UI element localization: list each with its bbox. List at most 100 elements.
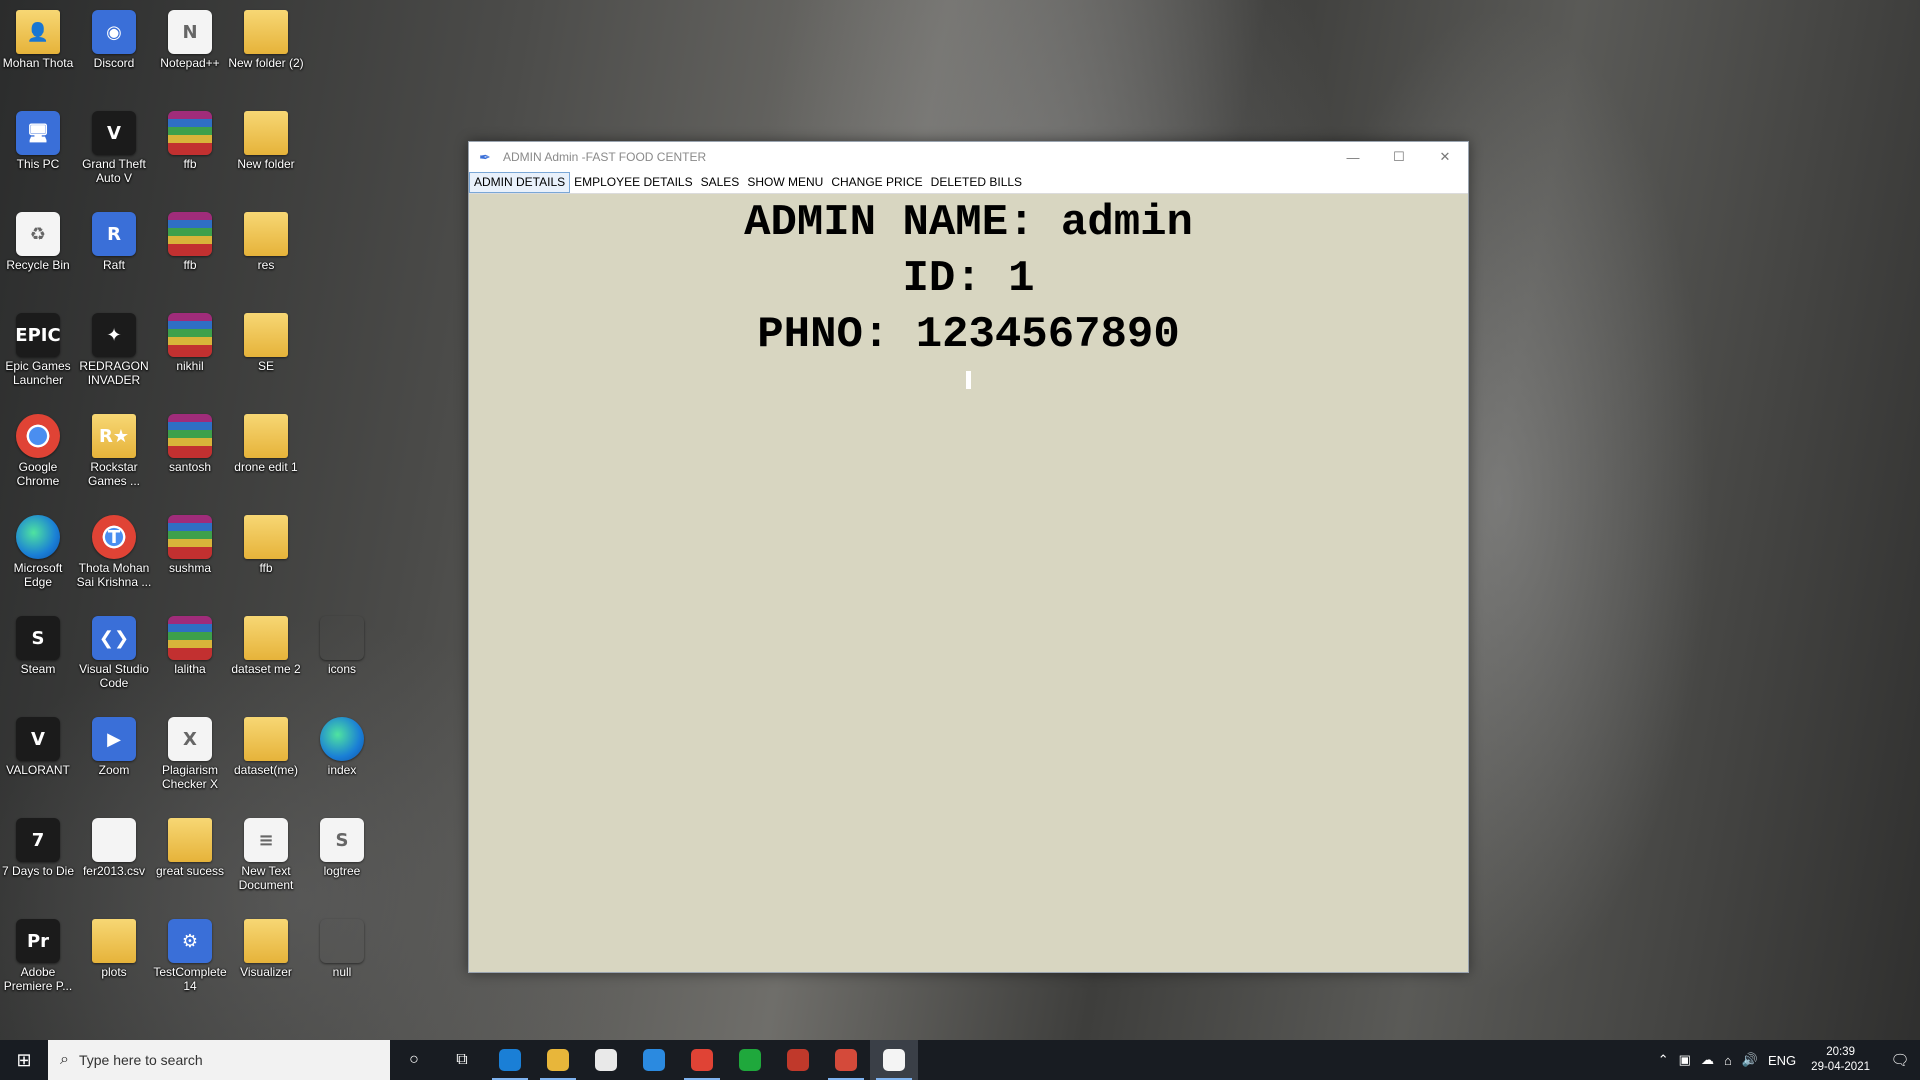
desktop-icon[interactable]: sushma bbox=[152, 509, 228, 575]
desktop-icon[interactable]: S Steam bbox=[0, 610, 76, 676]
empty-entry-field[interactable] bbox=[966, 371, 971, 389]
title-bar[interactable]: ✒ ADMIN Admin -FAST FOOD CENTER — ☐ ✕ bbox=[469, 142, 1468, 172]
menu-sales[interactable]: SALES bbox=[697, 173, 744, 192]
testcomplete-icon: ⚙ bbox=[168, 919, 212, 963]
menu-employee-details[interactable]: EMPLOYEE DETAILS bbox=[570, 173, 696, 192]
desktop-icon-label: drone edit 1 bbox=[234, 460, 298, 474]
desktop-icon-label: Grand Theft Auto V bbox=[82, 157, 146, 185]
cortana-icon[interactable]: ○ bbox=[390, 1040, 438, 1080]
desktop-icon[interactable]: dataset(me) bbox=[228, 711, 304, 777]
desktop-icon[interactable]: ▶ Zoom bbox=[76, 711, 152, 777]
desktop-icon[interactable]: N Notepad++ bbox=[152, 4, 228, 70]
desktop-icon-label: sushma bbox=[168, 561, 212, 575]
desktop-icon[interactable]: index bbox=[304, 711, 380, 777]
desktop-icon[interactable]: santosh bbox=[152, 408, 228, 474]
desktop-icon[interactable]: 🖥 This PC bbox=[0, 105, 76, 171]
desktop-icon[interactable]: ❮❯ Visual Studio Code bbox=[76, 610, 152, 690]
desktop-icon[interactable]: EPIC Epic Games Launcher bbox=[0, 307, 76, 387]
close-button[interactable]: ✕ bbox=[1422, 142, 1468, 172]
onedrive-icon[interactable]: ☁ bbox=[1696, 1052, 1719, 1068]
green-app-icon[interactable] bbox=[726, 1040, 774, 1080]
folder-icon bbox=[244, 717, 288, 761]
desktop-icon-label: Recycle Bin bbox=[6, 258, 70, 272]
desktop-icon[interactable]: ffb bbox=[152, 206, 228, 272]
folder-icon bbox=[244, 313, 288, 357]
steam-icon: S bbox=[16, 616, 60, 660]
desktop-icon-label: null bbox=[332, 965, 352, 979]
desktop-icon-label: ffb bbox=[183, 258, 197, 272]
desktop-icon[interactable]: New folder (2) bbox=[228, 4, 304, 70]
minimize-button[interactable]: — bbox=[1330, 142, 1376, 172]
desktop-icon[interactable]: Visualizer bbox=[228, 913, 304, 979]
desktop-icon[interactable]: icons bbox=[304, 610, 380, 676]
notepad-plus-plus-icon: N bbox=[168, 10, 212, 54]
desktop-icon[interactable]: dataset me 2 bbox=[228, 610, 304, 676]
menu-show-menu[interactable]: SHOW MENU bbox=[743, 173, 827, 192]
desktop-icon[interactable]: Pr Adobe Premiere P... bbox=[0, 913, 76, 993]
app-window: ✒ ADMIN Admin -FAST FOOD CENTER — ☐ ✕ AD… bbox=[468, 141, 1469, 973]
desktop-icon[interactable]: ◉ Discord bbox=[76, 4, 152, 70]
desktop-icon[interactable]: V Grand Theft Auto V bbox=[76, 105, 152, 185]
desktop-icon-label: Steam bbox=[20, 662, 56, 676]
edge-icon[interactable] bbox=[486, 1040, 534, 1080]
network-icon[interactable]: ⌂ bbox=[1719, 1053, 1737, 1068]
language-indicator[interactable]: ENG bbox=[1763, 1053, 1801, 1068]
chrome-profile-icon[interactable] bbox=[822, 1040, 870, 1080]
desktop-icon[interactable]: plots bbox=[76, 913, 152, 979]
taskbar-app-glyph bbox=[547, 1049, 569, 1071]
taskbar-search-box[interactable]: ⌕ Type here to search bbox=[48, 1040, 390, 1080]
computer-icon: 🖥 bbox=[16, 111, 60, 155]
csv-file-icon bbox=[92, 818, 136, 862]
menu-admin-details[interactable]: ADMIN DETAILS bbox=[469, 172, 571, 193]
desktop-icon[interactable]: lalitha bbox=[152, 610, 228, 676]
chevron-up-icon[interactable]: ⌃ bbox=[1653, 1052, 1674, 1068]
desktop-icon[interactable]: 👤 Mohan Thota bbox=[0, 4, 76, 70]
store-icon[interactable] bbox=[582, 1040, 630, 1080]
desktop-icon[interactable]: 7 7 Days to Die bbox=[0, 812, 76, 878]
taskbar-app-glyph bbox=[691, 1049, 713, 1071]
desktop-icon[interactable]: X Plagiarism Checker X bbox=[152, 711, 228, 791]
menu-deleted-bills[interactable]: DELETED BILLS bbox=[927, 173, 1026, 192]
desktop-icon[interactable]: drone edit 1 bbox=[228, 408, 304, 474]
desktop-icon[interactable]: ffb bbox=[152, 105, 228, 171]
file-explorer-icon[interactable] bbox=[534, 1040, 582, 1080]
desktop-icon[interactable]: great sucess bbox=[152, 812, 228, 878]
desktop-icon[interactable]: ♻ Recycle Bin bbox=[0, 206, 76, 272]
notification-center-icon[interactable]: 🗨 bbox=[1880, 1040, 1920, 1080]
desktop-icon[interactable]: ≡ New Text Document bbox=[228, 812, 304, 892]
chrome-icon[interactable] bbox=[678, 1040, 726, 1080]
folder-icon bbox=[92, 919, 136, 963]
desktop-icon[interactable]: V VALORANT bbox=[0, 711, 76, 777]
desktop-icon[interactable]: SE bbox=[228, 307, 304, 373]
maximize-button[interactable]: ☐ bbox=[1376, 142, 1422, 172]
chrome-profile-icon: T bbox=[92, 515, 136, 559]
desktop-icon-label: TestComplete 14 bbox=[153, 965, 227, 993]
desktop-icon[interactable]: nikhil bbox=[152, 307, 228, 373]
desktop-icon[interactable]: res bbox=[228, 206, 304, 272]
admin-phone-label: PHNO: 1234567890 bbox=[757, 310, 1180, 360]
desktop-icon[interactable]: fer2013.csv bbox=[76, 812, 152, 878]
desktop-icon[interactable]: Microsoft Edge bbox=[0, 509, 76, 589]
winrar-archive-icon bbox=[168, 212, 212, 256]
desktop-icon[interactable]: ✦ REDRAGON INVADER bbox=[76, 307, 152, 387]
desktop-icon[interactable]: R★ Rockstar Games ... bbox=[76, 408, 152, 488]
desktop-icon[interactable]: ⚙ TestComplete 14 bbox=[152, 913, 228, 993]
rockstar-games-icon: R★ bbox=[92, 414, 136, 458]
desktop-icon[interactable]: Slogtree bbox=[304, 812, 380, 878]
desktop-icon[interactable]: ffb bbox=[228, 509, 304, 575]
volume-icon[interactable]: 🔊 bbox=[1737, 1052, 1763, 1068]
desktop-icon[interactable]: T Thota Mohan Sai Krishna ... bbox=[76, 509, 152, 589]
gear-app-icon[interactable] bbox=[774, 1040, 822, 1080]
meet-now-icon[interactable]: ▣ bbox=[1674, 1052, 1696, 1068]
python-tk-window-icon[interactable] bbox=[870, 1040, 918, 1080]
desktop-icon-label: index bbox=[327, 763, 357, 777]
desktop-icon[interactable]: Google Chrome bbox=[0, 408, 76, 488]
desktop-icon[interactable]: R Raft bbox=[76, 206, 152, 272]
desktop-icon[interactable]: null bbox=[304, 913, 380, 979]
desktop-icon[interactable]: New folder bbox=[228, 105, 304, 171]
windows-start-icon[interactable]: ⊞ bbox=[0, 1040, 48, 1080]
clock[interactable]: 20:39 29-04-2021 bbox=[1801, 1045, 1880, 1075]
menu-change-price[interactable]: CHANGE PRICE bbox=[827, 173, 926, 192]
mail-icon[interactable] bbox=[630, 1040, 678, 1080]
task-view-icon[interactable]: ⧉ bbox=[438, 1040, 486, 1080]
